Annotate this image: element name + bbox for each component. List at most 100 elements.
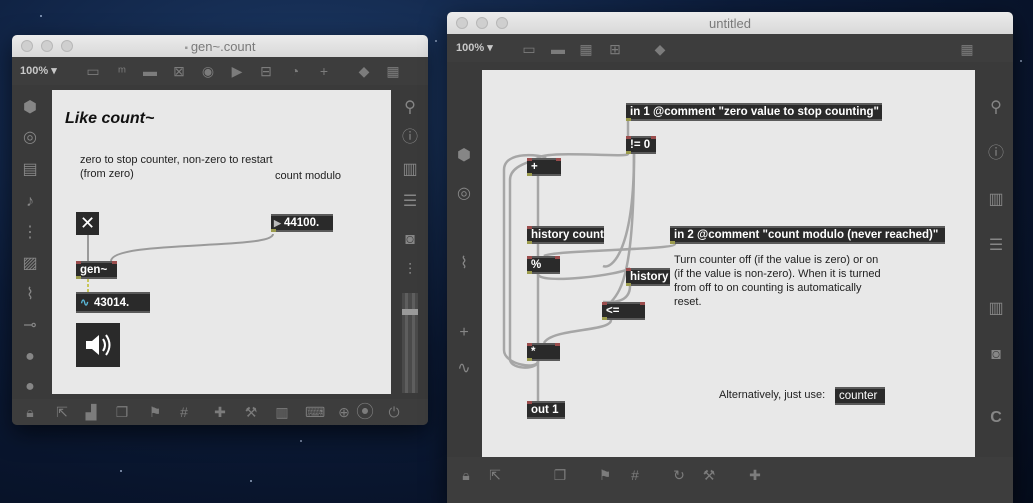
flag-icon[interactable]: ⚑ [147,404,163,420]
cube-icon[interactable]: ⬢ [454,146,474,166]
keyboard-icon[interactable]: ⌨ [305,404,325,420]
cube-icon[interactable]: ⬢ [20,98,40,118]
info-icon[interactable]: ⓘ [986,144,1006,164]
inlet-1-object[interactable]: in 1 @comment "zero value to stop counti… [626,103,882,121]
outlet[interactable] [602,317,607,320]
power-icon[interactable]: ⏻ [386,404,402,420]
outlet[interactable] [626,118,631,121]
presentation-icon[interactable]: ▟ [83,404,99,420]
plug-icon[interactable]: ⊸ [20,316,40,336]
camera-icon[interactable]: ◙ [986,345,1006,365]
info-icon[interactable]: ⓘ [400,128,420,148]
film-icon[interactable]: ▦ [578,41,594,57]
inlet[interactable] [651,136,656,139]
target-icon[interactable]: ◎ [20,128,40,148]
book-icon[interactable]: ▥ [986,299,1006,319]
outlet[interactable] [527,358,532,361]
paperclip-icon[interactable]: ⌇ [20,285,40,305]
comment-object-icon[interactable]: ▬ [550,41,566,57]
audio-mode-icon[interactable]: ⊕ [336,404,352,420]
counter-object[interactable]: counter [835,387,885,405]
less-equal-object[interactable]: <= [602,302,645,320]
info-circle-icon[interactable]: ● [20,377,40,397]
zoom-menu[interactable]: 100% ▾ [20,64,57,77]
toggle-box[interactable]: ✕ [76,212,99,235]
inlet[interactable] [112,261,117,264]
sequence-icon[interactable]: ⋮ [20,223,40,243]
button-object-icon[interactable]: ▭ [85,63,101,79]
play-audio-icon[interactable]: ⦿ [354,401,376,423]
inlet[interactable] [527,401,532,404]
outlet[interactable] [527,173,532,176]
inlet[interactable] [527,226,532,229]
multiply-object[interactable]: * [527,343,560,361]
inlet[interactable] [626,136,631,139]
reference-icon[interactable]: ▥ [400,160,420,180]
lock-icon[interactable]: 🔒︎ [22,404,38,420]
signal-icon[interactable]: ∿ [454,359,474,379]
grid-icon[interactable]: ▦ [385,63,401,79]
slider-object-icon[interactable]: ⊟ [258,63,274,79]
search-icon[interactable]: ⚲ [400,98,420,118]
camera-icon[interactable]: ◙ [400,230,420,250]
inlet[interactable] [555,256,560,259]
outlet[interactable] [76,276,81,279]
target-icon[interactable]: ◎ [454,184,474,204]
plus-object[interactable]: + [527,158,561,176]
device-icon[interactable]: ▤ [20,160,40,180]
list-icon[interactable]: ☰ [400,192,420,212]
inlet[interactable] [555,343,560,346]
bang-object-icon[interactable]: ◉ [200,63,216,79]
outlet[interactable] [271,229,276,232]
paint-bucket-icon[interactable]: ◆ [652,41,668,57]
signal-number-box[interactable]: ∿ 43014. [76,292,150,313]
inlet[interactable] [640,302,645,305]
inlet[interactable] [527,158,532,161]
outlet[interactable] [527,271,532,274]
button-object-icon[interactable]: ▭ [521,41,537,57]
list-icon[interactable]: ☰ [986,236,1006,256]
outlet[interactable] [626,283,631,286]
grid-snap-icon[interactable]: # [627,467,643,483]
level-meter[interactable] [402,293,418,393]
hammer-icon[interactable]: ⚒ [701,467,717,483]
add-bpatcher-icon[interactable]: ✚ [212,404,228,420]
inlet[interactable] [527,343,532,346]
search-icon[interactable]: ⚲ [986,98,1006,118]
outlet[interactable] [527,241,532,244]
music-note-icon[interactable]: ♪ [20,192,40,212]
c74-icon[interactable]: C [986,408,1006,428]
inlet[interactable] [527,256,532,259]
out-1-object[interactable]: out 1 [527,401,565,419]
paperclip-icon[interactable]: ⌇ [454,254,474,274]
paint-bucket-icon[interactable]: ◆ [356,63,372,79]
presentation-edit-icon[interactable]: ⇱ [487,467,503,483]
windows-icon[interactable]: ❐ [114,404,130,420]
wrench-icon[interactable]: ⚒ [243,404,259,420]
outlet[interactable] [626,151,631,154]
inlet[interactable] [602,302,607,305]
codebox-icon[interactable]: ⊞ [607,41,623,57]
inlet[interactable] [556,158,561,161]
inlet[interactable] [76,261,81,264]
add-bpatcher-icon[interactable]: ✚ [747,467,763,483]
flag-icon[interactable]: ⚑ [597,467,613,483]
titlebar[interactable]: ▪ gen~.count [12,35,428,58]
message-object-icon[interactable]: ᵐ [114,63,130,79]
not-equal-object[interactable]: != 0 [626,136,656,154]
history-count-object[interactable]: history count [527,226,604,244]
patcher-canvas[interactable]: in 1 @comment "zero value to stop counti… [482,70,975,457]
gen-object[interactable]: gen~ [76,261,117,279]
audio-object-icon[interactable]: ▶ [229,63,245,79]
comment-object-icon[interactable]: ▬ [142,63,158,79]
grid-snap-icon[interactable]: # [176,404,192,420]
inlet-2-object[interactable]: in 2 @comment "count modulo (never reach… [670,226,945,244]
piano-icon[interactable]: ▥ [274,404,290,420]
modulo-object[interactable]: % [527,256,560,274]
patcher-canvas[interactable]: Like count~ zero to stop counter, non-ze… [52,90,391,394]
number-box-modulo[interactable]: ▶ 44100. [271,214,333,232]
dial-object-icon[interactable]: ◔ [287,63,303,79]
speaker-button[interactable] [76,323,120,367]
grid-icon[interactable]: ▦ [956,41,978,57]
add-icon[interactable]: + [454,323,474,343]
